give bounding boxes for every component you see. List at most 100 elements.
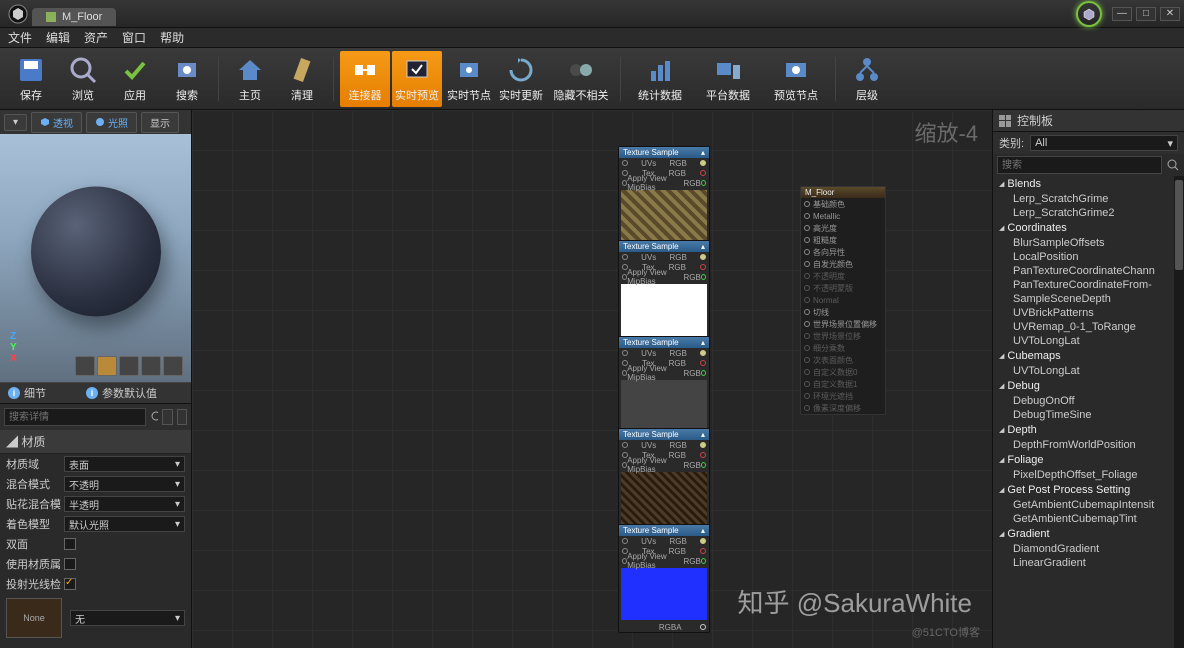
output-pin[interactable]	[700, 442, 706, 448]
shape-custom[interactable]	[163, 356, 183, 376]
palette-category[interactable]: Coordinates	[993, 220, 1184, 236]
menu-help[interactable]: 帮助	[160, 29, 184, 46]
output-pin[interactable]	[700, 350, 706, 356]
output-pin[interactable]	[701, 558, 706, 564]
material-input-pin[interactable]: 自定义数据0	[801, 366, 885, 378]
maximize-button[interactable]: □	[1136, 7, 1156, 21]
tab-defaults[interactable]: i参数默认值	[78, 383, 165, 403]
toolbar-home-button[interactable]: 主页	[225, 51, 275, 107]
palette-item[interactable]: Lerp_ScratchGrime2	[993, 206, 1184, 220]
palette-category[interactable]: Foliage	[993, 452, 1184, 468]
toolbar-browse-button[interactable]: 浏览	[58, 51, 108, 107]
material-input-pin[interactable]: 自发光颜色	[801, 258, 885, 270]
material-output-node[interactable]: M_Floor 基础颜色Metallic高光度粗糙度各向异性自发光颜色不透明度不…	[800, 186, 886, 415]
palette-item[interactable]: DepthFromWorldPosition	[993, 438, 1184, 452]
input-pin[interactable]	[622, 442, 628, 448]
palette-item[interactable]: BlurSampleOffsets	[993, 236, 1184, 250]
palette-item[interactable]: PanTextureCoordinateFrom-	[993, 278, 1184, 292]
output-pin[interactable]	[701, 462, 706, 468]
output-pin[interactable]	[700, 360, 706, 366]
source-control-icon[interactable]	[1076, 1, 1102, 27]
palette-item[interactable]: SampleSceneDepth	[993, 292, 1184, 306]
material-input-pin[interactable]: 各向异性	[801, 246, 885, 258]
prop-dropdown[interactable]: 表面▾	[64, 456, 185, 472]
toolbar-connector-button[interactable]: 连接器	[340, 51, 390, 107]
output-pin[interactable]	[700, 254, 706, 260]
toolbar-hierarchy-button[interactable]: 层级	[842, 51, 892, 107]
material-graph[interactable]: 缩放-4 Texture Sample▴UVsRGBTexRGBApply Vi…	[192, 110, 992, 648]
palette-item[interactable]: UVRemap_0-1_ToRange	[993, 320, 1184, 334]
toolbar-clean-button[interactable]: 清理	[277, 51, 327, 107]
texture-thumbnail[interactable]: None	[6, 598, 62, 638]
material-input-pin[interactable]: 世界场景位置偏移	[801, 318, 885, 330]
toolbar-apply-button[interactable]: 应用	[110, 51, 160, 107]
checkbox[interactable]	[64, 538, 76, 550]
output-pin[interactable]	[700, 160, 706, 166]
tab-details[interactable]: i细节	[0, 383, 54, 403]
palette-item[interactable]: LinearGradient	[993, 556, 1184, 570]
prop-dropdown[interactable]: 半透明▾	[64, 496, 185, 512]
texture-sample-node[interactable]: Texture Sample▴UVsRGBTexRGBApply View Mi…	[618, 146, 710, 255]
lighting-button[interactable]: 光照	[86, 112, 137, 133]
swatch-dropdown[interactable]: 无▾	[70, 610, 185, 626]
output-pin[interactable]	[700, 170, 706, 176]
palette-category[interactable]: Depth	[993, 422, 1184, 438]
palette-item[interactable]: DebugOnOff	[993, 394, 1184, 408]
palette-category[interactable]: Cubemaps	[993, 348, 1184, 364]
output-pin[interactable]	[700, 548, 706, 554]
palette-item[interactable]: GetAmbientCubemapIntensit	[993, 498, 1184, 512]
category-dropdown[interactable]: All▾	[1030, 135, 1178, 151]
toolbar-livenode-button[interactable]: 实时节点	[444, 51, 494, 107]
palette-item[interactable]: PixelDepthOffset_Foliage	[993, 468, 1184, 482]
toolbar-save-button[interactable]: 保存	[6, 51, 56, 107]
output-pin[interactable]	[700, 624, 706, 630]
material-input-pin[interactable]: 高光度	[801, 222, 885, 234]
output-pin[interactable]	[701, 180, 706, 186]
toolbar-stats-button[interactable]: 统计数据	[627, 51, 693, 107]
material-input-pin[interactable]: 世界场景位移	[801, 330, 885, 342]
palette-category[interactable]: Get Post Process Setting	[993, 482, 1184, 498]
palette-category[interactable]: Debug	[993, 378, 1184, 394]
palette-item[interactable]: UVBrickPatterns	[993, 306, 1184, 320]
material-input-pin[interactable]: 自定义数据1	[801, 378, 885, 390]
search-icon[interactable]	[1166, 158, 1180, 172]
toolbar-liveupdate-button[interactable]: 实时更新	[496, 51, 546, 107]
perspective-button[interactable]: 透视	[31, 112, 82, 133]
checkbox[interactable]	[64, 558, 76, 570]
material-input-pin[interactable]: 像素深度偏移	[801, 402, 885, 414]
eye-icon[interactable]	[177, 409, 187, 425]
material-input-pin[interactable]: 基础颜色	[801, 198, 885, 210]
filter-icon[interactable]	[162, 409, 172, 425]
material-input-pin[interactable]: 粗糙度	[801, 234, 885, 246]
palette-item[interactable]: LocalPosition	[993, 250, 1184, 264]
toolbar-previewnode-button[interactable]: 预览节点	[763, 51, 829, 107]
shape-cylinder[interactable]	[75, 356, 95, 376]
material-input-pin[interactable]: 次表面颜色	[801, 354, 885, 366]
menu-asset[interactable]: 资产	[84, 29, 108, 46]
menu-edit[interactable]: 编辑	[46, 29, 70, 46]
toolbar-search-button[interactable]: 搜索	[162, 51, 212, 107]
material-input-pin[interactable]: Metallic	[801, 210, 885, 222]
input-pin[interactable]	[622, 538, 628, 544]
scrollbar[interactable]	[1174, 176, 1184, 648]
details-search-input[interactable]	[4, 408, 146, 426]
texture-sample-node[interactable]: Texture Sample▴UVsRGBTexRGBApply View Mi…	[618, 524, 710, 633]
toolbar-hide-button[interactable]: 隐藏不相关	[548, 51, 614, 107]
menu-file[interactable]: 文件	[8, 29, 32, 46]
material-input-pin[interactable]: 切线	[801, 306, 885, 318]
output-pin[interactable]	[700, 538, 706, 544]
output-pin[interactable]	[700, 264, 706, 270]
viewport-options-button[interactable]: ▾	[4, 114, 27, 131]
prop-dropdown[interactable]: 不透明▾	[64, 476, 185, 492]
palette-category[interactable]: Blends	[993, 176, 1184, 192]
shape-plane[interactable]	[119, 356, 139, 376]
input-pin[interactable]	[622, 160, 628, 166]
palette-item[interactable]: GetAmbientCubemapTint	[993, 512, 1184, 526]
material-category[interactable]: ◢ 材质	[0, 430, 191, 454]
palette-item[interactable]: UVToLongLat	[993, 364, 1184, 378]
toolbar-platform-button[interactable]: 平台数据	[695, 51, 761, 107]
material-input-pin[interactable]: 不透明度	[801, 270, 885, 282]
checkbox[interactable]	[64, 578, 76, 590]
material-input-pin[interactable]: 环境光遮挡	[801, 390, 885, 402]
minimize-button[interactable]: —	[1112, 7, 1132, 21]
